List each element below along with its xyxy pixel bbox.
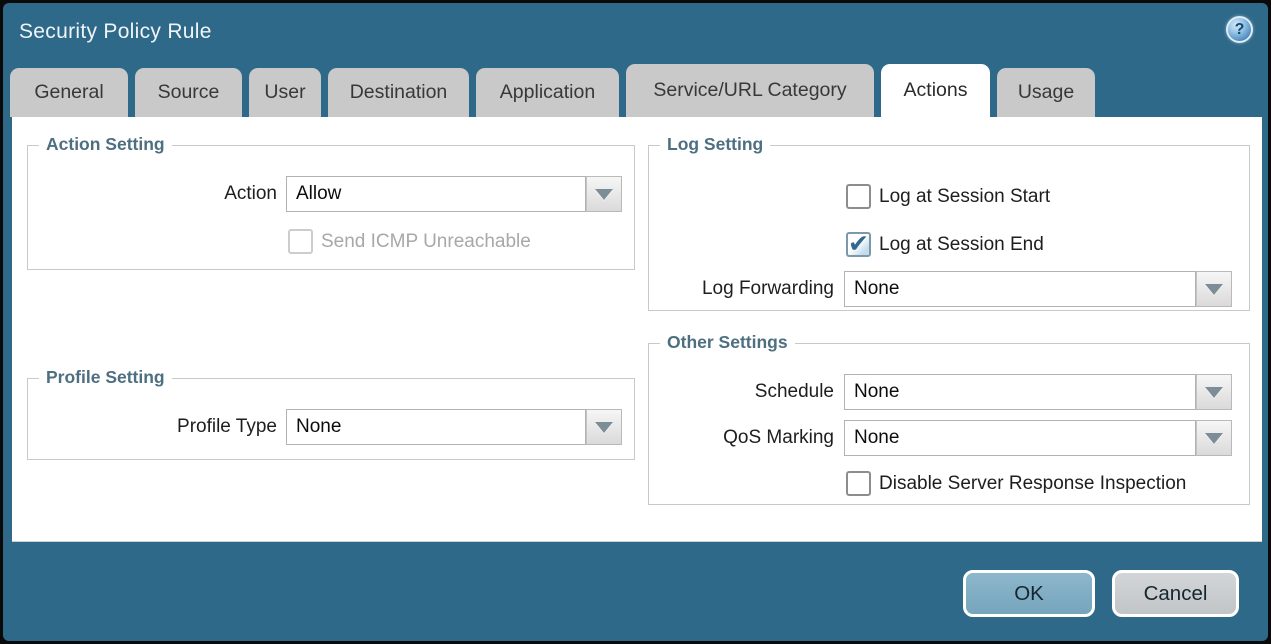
qos-marking-dropdown: None — [844, 420, 1232, 456]
schedule-label: Schedule — [649, 374, 834, 410]
profile-type-label: Profile Type — [28, 409, 277, 445]
action-dropdown: Allow — [286, 176, 622, 212]
disable-server-response-inspection-checkbox[interactable] — [846, 471, 871, 496]
chevron-down-icon — [1205, 387, 1223, 398]
cancel-button[interactable]: Cancel — [1112, 570, 1239, 617]
tab-bar: General Source User Destination Applicat… — [10, 64, 1095, 117]
send-icmp-unreachable-checkbox — [288, 229, 313, 254]
qos-marking-dropdown-value[interactable]: None — [844, 420, 1196, 456]
qos-marking-dropdown-button[interactable] — [1196, 420, 1232, 456]
action-setting-legend: Action Setting — [39, 134, 172, 155]
tab-destination[interactable]: Destination — [328, 68, 469, 117]
log-setting-group: Log Setting Log at Session Start Log at … — [648, 145, 1250, 311]
log-at-session-end-label: Log at Session End — [879, 232, 1044, 258]
log-at-session-start-checkbox[interactable] — [846, 184, 871, 209]
schedule-dropdown: None — [844, 374, 1232, 410]
tab-usage[interactable]: Usage — [997, 68, 1095, 117]
schedule-dropdown-button[interactable] — [1196, 374, 1232, 410]
tab-source[interactable]: Source — [135, 68, 242, 117]
tab-general[interactable]: General — [10, 68, 128, 117]
profile-type-dropdown-button[interactable] — [586, 409, 622, 445]
action-label: Action — [28, 176, 277, 212]
profile-type-dropdown-value[interactable]: None — [286, 409, 586, 445]
other-settings-group: Other Settings Schedule None QoS Marking… — [648, 343, 1250, 505]
chevron-down-icon — [1205, 433, 1223, 444]
disable-server-response-inspection-label: Disable Server Response Inspection — [879, 471, 1186, 497]
action-setting-group: Action Setting Action Allow Send ICMP Un… — [27, 145, 635, 270]
log-forwarding-dropdown-button[interactable] — [1196, 271, 1232, 307]
profile-type-dropdown: None — [286, 409, 622, 445]
profile-setting-group: Profile Setting Profile Type None — [27, 378, 635, 460]
tab-application[interactable]: Application — [476, 68, 619, 117]
tab-service-url-category[interactable]: Service/URL Category — [626, 64, 874, 117]
log-forwarding-label: Log Forwarding — [649, 271, 834, 307]
schedule-dropdown-value[interactable]: None — [844, 374, 1196, 410]
action-dropdown-value[interactable]: Allow — [286, 176, 586, 212]
ok-button[interactable]: OK — [963, 570, 1095, 617]
log-at-session-start-label: Log at Session Start — [879, 184, 1050, 210]
action-dropdown-button[interactable] — [586, 176, 622, 212]
log-at-session-end-checkbox[interactable] — [846, 232, 871, 257]
dialog-frame: Security Policy Rule ? General Source Us… — [0, 0, 1271, 644]
dialog-title: Security Policy Rule — [19, 20, 212, 44]
send-icmp-unreachable-label: Send ICMP Unreachable — [321, 229, 531, 255]
help-icon[interactable]: ? — [1226, 16, 1253, 43]
tab-actions[interactable]: Actions — [881, 64, 990, 117]
profile-setting-legend: Profile Setting — [39, 367, 172, 388]
security-policy-rule-dialog: Security Policy Rule ? General Source Us… — [3, 3, 1268, 641]
actions-tab-panel: Action Setting Action Allow Send ICMP Un… — [12, 117, 1262, 542]
other-settings-legend: Other Settings — [660, 332, 795, 353]
log-forwarding-dropdown: None — [844, 271, 1232, 307]
log-setting-legend: Log Setting — [660, 134, 770, 155]
chevron-down-icon — [595, 422, 613, 433]
chevron-down-icon — [595, 189, 613, 200]
qos-marking-label: QoS Marking — [649, 420, 834, 456]
log-forwarding-dropdown-value[interactable]: None — [844, 271, 1196, 307]
tab-user[interactable]: User — [249, 68, 321, 117]
chevron-down-icon — [1205, 284, 1223, 295]
